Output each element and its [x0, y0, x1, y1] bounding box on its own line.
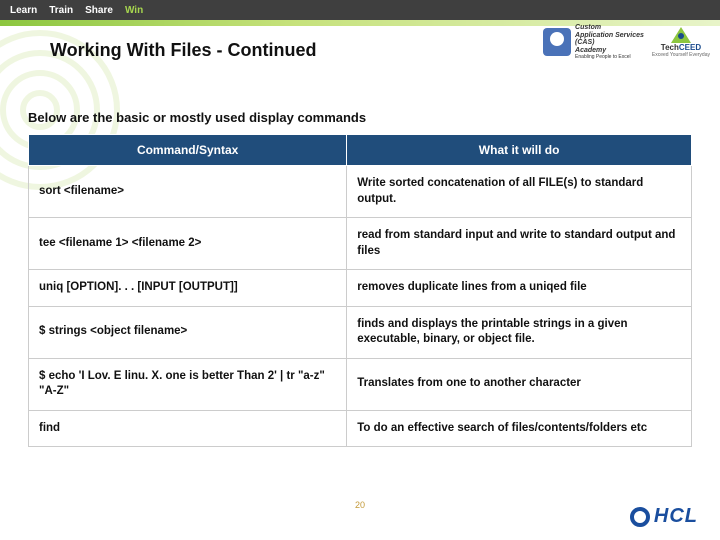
cell-command: find [29, 410, 347, 447]
page-title: Working With Files - Continued [50, 40, 316, 61]
techceed-logo: TechCEED Exceed Yourself Everyday [652, 27, 710, 58]
table-row: uniq [OPTION]. . . [INPUT [OUTPUT]] remo… [29, 270, 692, 307]
table-row: tee <filename 1> <filename 2> read from … [29, 218, 692, 270]
nav-item-train: Train [49, 5, 73, 16]
table-row: $ strings <object filename> finds and di… [29, 306, 692, 358]
nav-item-learn: Learn [10, 5, 37, 16]
techceed-brand: TechCEED [661, 43, 701, 52]
cell-command: sort <filename> [29, 166, 347, 218]
table-row: $ echo 'I Lov. E linu. X. one is better … [29, 358, 692, 410]
slide: Learn Train Share Win Custom Application… [0, 0, 720, 540]
col-header-description: What it will do [347, 135, 692, 166]
cell-description: removes duplicate lines from a uniqed fi… [347, 270, 692, 307]
logo-group: Custom Application Services (CAS) Academ… [543, 24, 710, 60]
cell-command: $ strings <object filename> [29, 306, 347, 358]
hcl-logo: HCL [630, 505, 698, 528]
cell-command: uniq [OPTION]. . . [INPUT [OUTPUT]] [29, 270, 347, 307]
top-nav: Learn Train Share Win [0, 0, 720, 20]
techceed-triangle-icon [671, 27, 691, 43]
cell-command: tee <filename 1> <filename 2> [29, 218, 347, 270]
cas-academy-logo: Custom Application Services (CAS) Academ… [543, 24, 644, 60]
cell-description: To do an effective search of files/conte… [347, 410, 692, 447]
hcl-text: HCL [654, 505, 698, 528]
cell-description: finds and displays the printable strings… [347, 306, 692, 358]
cell-description: read from standard input and write to st… [347, 218, 692, 270]
page-subtitle: Below are the basic or mostly used displ… [28, 110, 366, 125]
col-header-command: Command/Syntax [29, 135, 347, 166]
hcl-circle-icon [630, 507, 650, 527]
table-header-row: Command/Syntax What it will do [29, 135, 692, 166]
cas-text: Custom Application Services (CAS) Academ… [575, 24, 644, 60]
commands-table: Command/Syntax What it will do sort <fil… [28, 134, 692, 447]
cell-description: Translates from one to another character [347, 358, 692, 410]
page-number: 20 [355, 500, 365, 510]
nav-item-share: Share [85, 5, 113, 16]
cas-head-icon [543, 28, 571, 56]
techceed-tagline: Exceed Yourself Everyday [652, 52, 710, 58]
table-row: find To do an effective search of files/… [29, 410, 692, 447]
cell-command: $ echo 'I Lov. E linu. X. one is better … [29, 358, 347, 410]
cell-description: Write sorted concatenation of all FILE(s… [347, 166, 692, 218]
nav-item-win: Win [125, 5, 143, 16]
table-row: sort <filename> Write sorted concatenati… [29, 166, 692, 218]
